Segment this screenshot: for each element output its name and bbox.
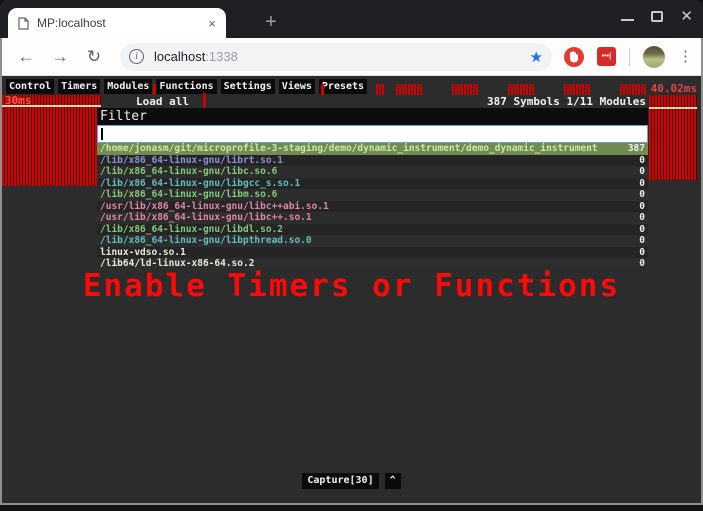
window-body: ← → ↻ i localhost:1338 ★ •••| ⋮ <box>0 38 703 505</box>
url-text[interactable]: localhost:1338 <box>154 49 530 64</box>
browser-tab[interactable]: MP:localhost × <box>8 8 226 38</box>
titlebar: MP:localhost × + ✕ <box>0 0 703 38</box>
module-row[interactable]: /lib/x86_64-linux-gnu/libm.so.6 0 <box>97 189 648 201</box>
tab-title: MP:localhost <box>37 16 208 30</box>
module-symbol-count: 0 <box>639 178 645 190</box>
extension-area: •••| ⋮ <box>564 46 690 68</box>
module-symbol-count: 0 <box>639 247 645 259</box>
module-symbol-count: 0 <box>639 155 645 167</box>
lastpass-icon[interactable]: •••| <box>597 47 616 66</box>
profiler-menu-item[interactable]: Control <box>6 79 54 94</box>
text-caret <box>101 128 103 140</box>
frame-tick <box>153 84 156 95</box>
browser-window: MP:localhost × + ✕ ← → ↻ i localhost:133… <box>0 0 703 511</box>
window-controls: ✕ <box>621 0 693 32</box>
profiler-menu-item[interactable]: Timers <box>58 79 100 94</box>
profiler-menu-item[interactable]: Settings <box>221 79 275 94</box>
bookmark-star-icon[interactable]: ★ <box>530 48 543 66</box>
profiler-menu-item[interactable]: Presets <box>319 79 367 94</box>
address-bar[interactable]: i localhost:1338 ★ <box>120 43 552 71</box>
profiler-menubar: Control Timers Modules Functions Settings Vie… <box>6 79 367 94</box>
threshold-line <box>649 107 697 109</box>
frame-tick-cluster <box>620 84 647 95</box>
module-symbol-count: 0 <box>639 212 645 224</box>
capture-bar: Capture[30] ^ <box>2 473 701 489</box>
filter-input[interactable] <box>97 125 648 143</box>
module-path: /lib/x86_64-linux-gnu/libdl.so.2 <box>100 224 283 236</box>
load-all-button[interactable]: Load all <box>136 95 189 108</box>
profile-avatar[interactable] <box>643 46 665 68</box>
adblock-hand-icon[interactable] <box>564 47 584 67</box>
module-symbol-count: 0 <box>639 166 645 178</box>
module-path: linux-vdso.so.1 <box>100 247 186 259</box>
module-path: /usr/lib/x86_64-linux-gnu/libc++abi.so.1 <box>100 201 329 213</box>
frame-graph-left[interactable]: 30ms <box>2 95 101 186</box>
frame-tick <box>321 84 324 95</box>
browser-toolbar: ← → ↻ i localhost:1338 ★ •••| ⋮ <box>2 38 701 76</box>
microprofile-page: Control Timers Modules Functions Settings Vie… <box>2 76 701 503</box>
module-symbol-count: 0 <box>639 189 645 201</box>
module-row[interactable]: /usr/lib/x86_64-linux-gnu/libc++.so.1 0 <box>97 212 648 224</box>
module-row[interactable]: /lib/x86_64-linux-gnu/libpthread.so.0 0 <box>97 235 648 247</box>
module-row[interactable]: /lib/x86_64-linux-gnu/libgcc_s.so.1 0 <box>97 178 648 190</box>
symbols-status: 387 Symbols 1/11 Modules <box>487 95 646 108</box>
module-path: /usr/lib/x86_64-linux-gnu/libc++.so.1 <box>100 212 312 224</box>
frame-tick-cluster <box>564 84 591 95</box>
frame-tick-cluster <box>452 84 479 95</box>
module-symbol-count: 0 <box>639 235 645 247</box>
profiler-menu-item[interactable]: Modules <box>104 79 152 94</box>
filter-label: Filter <box>97 108 648 125</box>
frame-tick-cluster <box>376 84 384 95</box>
module-path: /lib/x86_64-linux-gnu/libpthread.so.0 <box>100 235 312 247</box>
toolbar-separator <box>629 48 630 66</box>
close-icon[interactable]: ✕ <box>680 9 693 24</box>
module-row[interactable]: /lib/x86_64-linux-gnu/libdl.so.2 0 <box>97 224 648 236</box>
capture-expand-button[interactable]: ^ <box>385 473 401 489</box>
url-port: :1338 <box>205 49 238 64</box>
frame-tick-cluster <box>396 84 423 95</box>
module-symbol-count: 387 <box>628 143 645 155</box>
module-row[interactable]: /home/jonasm/git/microprofile-3-staging/… <box>97 143 648 155</box>
enable-hint-message: Enable Timers or Functions <box>2 268 701 304</box>
forward-icon[interactable]: → <box>50 47 70 67</box>
new-tab-button[interactable]: + <box>256 7 286 37</box>
frame-tick-cluster <box>508 84 535 95</box>
module-row[interactable]: /usr/lib/x86_64-linux-gnu/libc++abi.so.1… <box>97 201 648 213</box>
frame-scale-label: 30ms <box>5 94 32 107</box>
maximize-icon[interactable] <box>651 11 663 22</box>
browser-menu-icon[interactable]: ⋮ <box>678 54 690 60</box>
module-symbol-count: 0 <box>639 201 645 213</box>
url-host: localhost <box>154 49 205 64</box>
minimize-icon[interactable] <box>621 12 634 21</box>
module-row[interactable]: linux-vdso.so.1 0 <box>97 247 648 259</box>
module-path: /lib/x86_64-linux-gnu/libc.so.6 <box>100 166 277 178</box>
module-path: /home/jonasm/git/microprofile-3-staging/… <box>100 143 598 155</box>
site-info-icon[interactable]: i <box>129 49 144 64</box>
frame-tick <box>203 93 206 107</box>
module-symbol-count: 0 <box>639 224 645 236</box>
reload-icon[interactable]: ↻ <box>84 47 104 67</box>
profiler-menu-item[interactable]: Functions <box>156 79 216 94</box>
frame-graph-right[interactable] <box>649 95 697 180</box>
module-path: /lib/x86_64-linux-gnu/libgcc_s.so.1 <box>100 178 300 190</box>
capture-button[interactable]: Capture[30] <box>302 473 378 489</box>
module-row[interactable]: /lib/x86_64-linux-gnu/libc.so.6 0 <box>97 166 648 178</box>
tab-close-icon[interactable]: × <box>208 17 216 30</box>
page-favicon-icon <box>18 17 29 30</box>
frame-time-label: 40.02ms <box>651 82 697 95</box>
back-icon[interactable]: ← <box>16 47 36 67</box>
module-path: /lib/x86_64-linux-gnu/librt.so.1 <box>100 155 283 167</box>
module-row[interactable]: /lib/x86_64-linux-gnu/librt.so.1 0 <box>97 155 648 167</box>
profiler-menu-item[interactable]: Views <box>279 79 315 94</box>
module-list: /home/jonasm/git/microprofile-3-staging/… <box>97 143 648 270</box>
module-path: /lib/x86_64-linux-gnu/libm.so.6 <box>100 189 277 201</box>
